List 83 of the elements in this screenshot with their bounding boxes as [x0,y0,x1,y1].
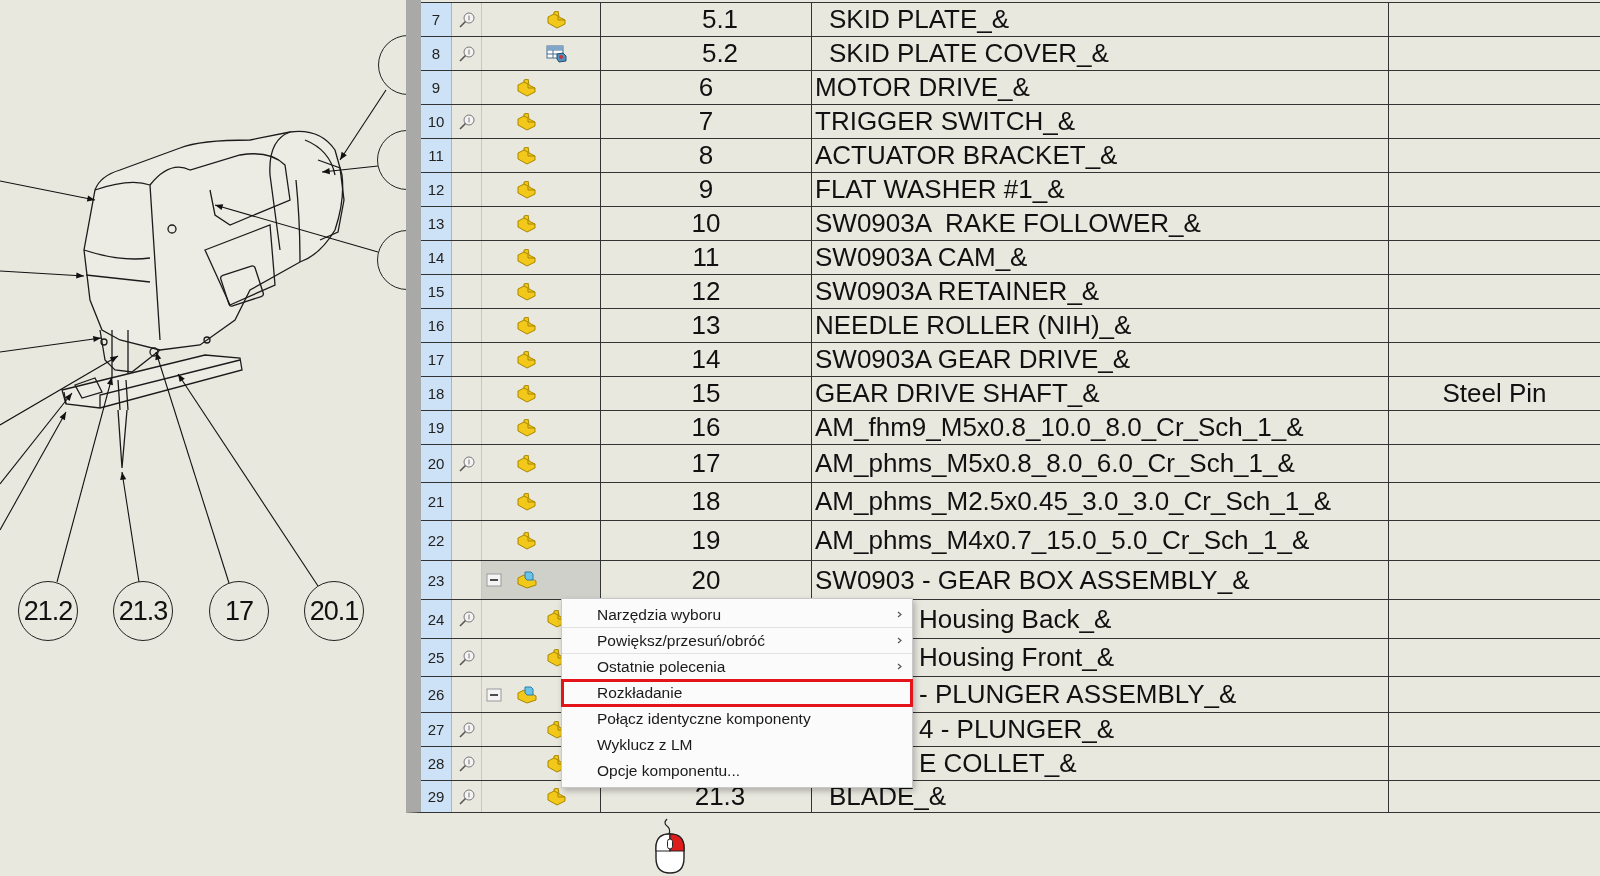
item-number: 16 [691,412,721,443]
item-number: 15 [691,378,721,409]
magnifier-icon[interactable] [457,455,476,472]
item-number: 8 [698,140,714,171]
part-icon [546,10,566,29]
part-description: AM_phms_M4x0.7_15.0_5.0_Cr_Sch_1_& [815,525,1310,556]
part-icon [516,282,536,301]
part-description: SW0903A RAKE FOLLOWER_& [815,208,1201,239]
magnifier-icon[interactable] [457,788,476,805]
part-icon [516,248,536,267]
menu-item[interactable]: Wyklucz z LM [562,732,912,758]
magnifier-icon[interactable] [457,721,476,738]
magnifier-icon[interactable] [457,611,476,627]
menu-item[interactable]: Połącz identyczne komponenty [562,706,912,732]
part-description: SKID PLATE COVER_& [829,38,1109,69]
item-number: 10 [691,208,721,239]
item-number: 5.1 [701,4,739,35]
item-number: 14 [691,344,721,375]
item-number: 5.2 [701,38,739,69]
item-number: 20 [691,564,721,596]
magnifier-icon[interactable] [457,113,476,130]
part-icon [516,492,536,511]
item-number: 11 [692,242,720,273]
part-icon [516,112,536,131]
leader-line [339,89,387,161]
item-number: 17 [691,448,721,479]
part-description: Housing Front_& [919,642,1115,673]
part-icon [516,214,536,233]
part-icon [516,350,536,369]
magnifier-icon[interactable] [457,755,476,772]
part-icon [546,787,566,806]
assembly-icon [516,571,538,589]
row-number[interactable]: 9 [431,79,441,96]
part-description: NEEDLE ROLLER (NIH)_& [815,310,1132,341]
material-text: Steel Pin [1442,378,1547,409]
magnifier-icon[interactable] [457,11,476,28]
part-description: E COLLET_& [919,748,1077,779]
item-number: 19 [691,525,721,556]
part-description: SW0903A GEAR DRIVE_& [815,344,1131,375]
item-number: 13 [691,310,721,341]
leader-line [321,165,379,175]
part-description: - PLUNGER ASSEMBLY_& [919,679,1237,710]
magnifier-icon[interactable] [457,649,476,666]
part-icon [516,146,536,165]
part-description: SKID PLATE_& [829,4,1010,35]
part-description: ACTUATOR BRACKET_& [815,140,1118,171]
part-description: MOTOR DRIVE_& [815,72,1030,103]
part-icon [516,78,536,97]
part-icon [516,384,536,403]
part-description: SW0903 - GEAR BOX ASSEMBLY_& [815,564,1250,596]
menu-item[interactable]: Powiększ/przesuń/obróć [562,628,912,654]
part-icon [516,180,536,199]
part-description: TRIGGER SWITCH_& [815,106,1075,137]
collapse-icon[interactable] [486,573,502,587]
selected-cell[interactable] [482,561,601,599]
item-number: 9 [698,174,714,205]
part-description: AM_phms_M5x0.8_8.0_6.0_Cr_Sch_1_& [815,448,1295,479]
part-description: SW0903A RETAINER_& [815,276,1100,307]
item-number: 6 [698,72,714,103]
item-number: 7 [698,106,714,137]
part-description: Housing Back_& [919,603,1112,635]
table-icon [546,44,568,63]
part-icon [516,418,536,437]
menu-item[interactable]: Opcje komponentu... [562,758,912,784]
part-icon [516,531,536,550]
part-description: AM_phms_M2.5x0.45_3.0_3.0_Cr_Sch_1_& [815,486,1331,517]
assembly-icon [516,685,538,704]
item-number: 12 [691,276,721,307]
part-icon [516,316,536,335]
collapse-icon[interactable] [486,687,502,702]
menu-item[interactable]: Narzędzia wyboru [562,602,912,628]
part-description: SW0903A CAM_& [815,242,1028,273]
menu-item[interactable]: Rozkładanie [562,680,912,706]
menu-item[interactable]: Ostatnie polecenia [562,654,912,680]
magnifier-icon[interactable] [457,45,476,62]
part-description: GEAR DRIVE SHAFT_& [815,378,1100,409]
part-description: 4 - PLUNGER_& [919,714,1115,745]
part-description: AM_fhm9_M5x0.8_10.0_8.0_Cr_Sch_1_& [815,412,1304,443]
item-number: 18 [691,486,721,517]
row-number[interactable]: 8 [431,45,441,62]
part-description: FLAT WASHER #1_& [815,174,1065,205]
row-number[interactable]: 7 [431,11,441,28]
part-icon [516,454,536,473]
